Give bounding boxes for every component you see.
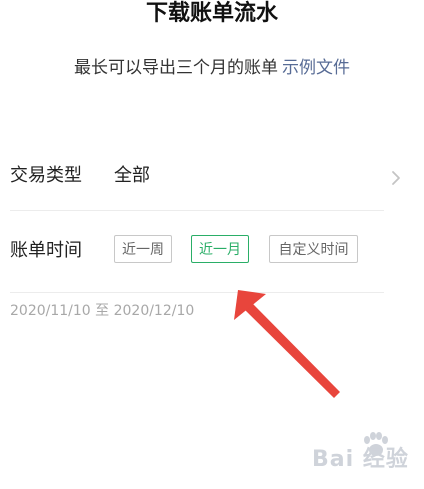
- subtitle-text: 最长可以导出三个月的账单: [74, 58, 278, 78]
- date-range-text: 2020/11/10 至 2020/12/10: [10, 303, 195, 319]
- transaction-type-label: 交易类型: [10, 165, 82, 186]
- bill-time-row: 账单时间 近一周 近一月 自定义时间: [10, 211, 384, 293]
- annotation-arrow-head: [234, 290, 266, 320]
- page-title: 下载账单流水: [145, 1, 278, 26]
- baidu-watermark: Bai 经验: [300, 432, 418, 484]
- sample-file-link[interactable]: 示例文件: [282, 58, 350, 78]
- subtitle: 最长可以导出三个月的账单 示例文件: [0, 56, 424, 80]
- option-last-week[interactable]: 近一周: [114, 235, 172, 263]
- option-last-month[interactable]: 近一月: [191, 235, 249, 263]
- watermark-text: Bai 经验: [312, 447, 409, 472]
- chevron-right-icon: [392, 171, 400, 185]
- annotation-arrow-shaft: [243, 302, 340, 398]
- bill-time-label: 账单时间: [10, 240, 82, 261]
- option-custom-time[interactable]: 自定义时间: [269, 235, 358, 263]
- transaction-type-value: 全部: [114, 165, 150, 186]
- transaction-type-row[interactable]: 交易类型 全部: [10, 150, 384, 211]
